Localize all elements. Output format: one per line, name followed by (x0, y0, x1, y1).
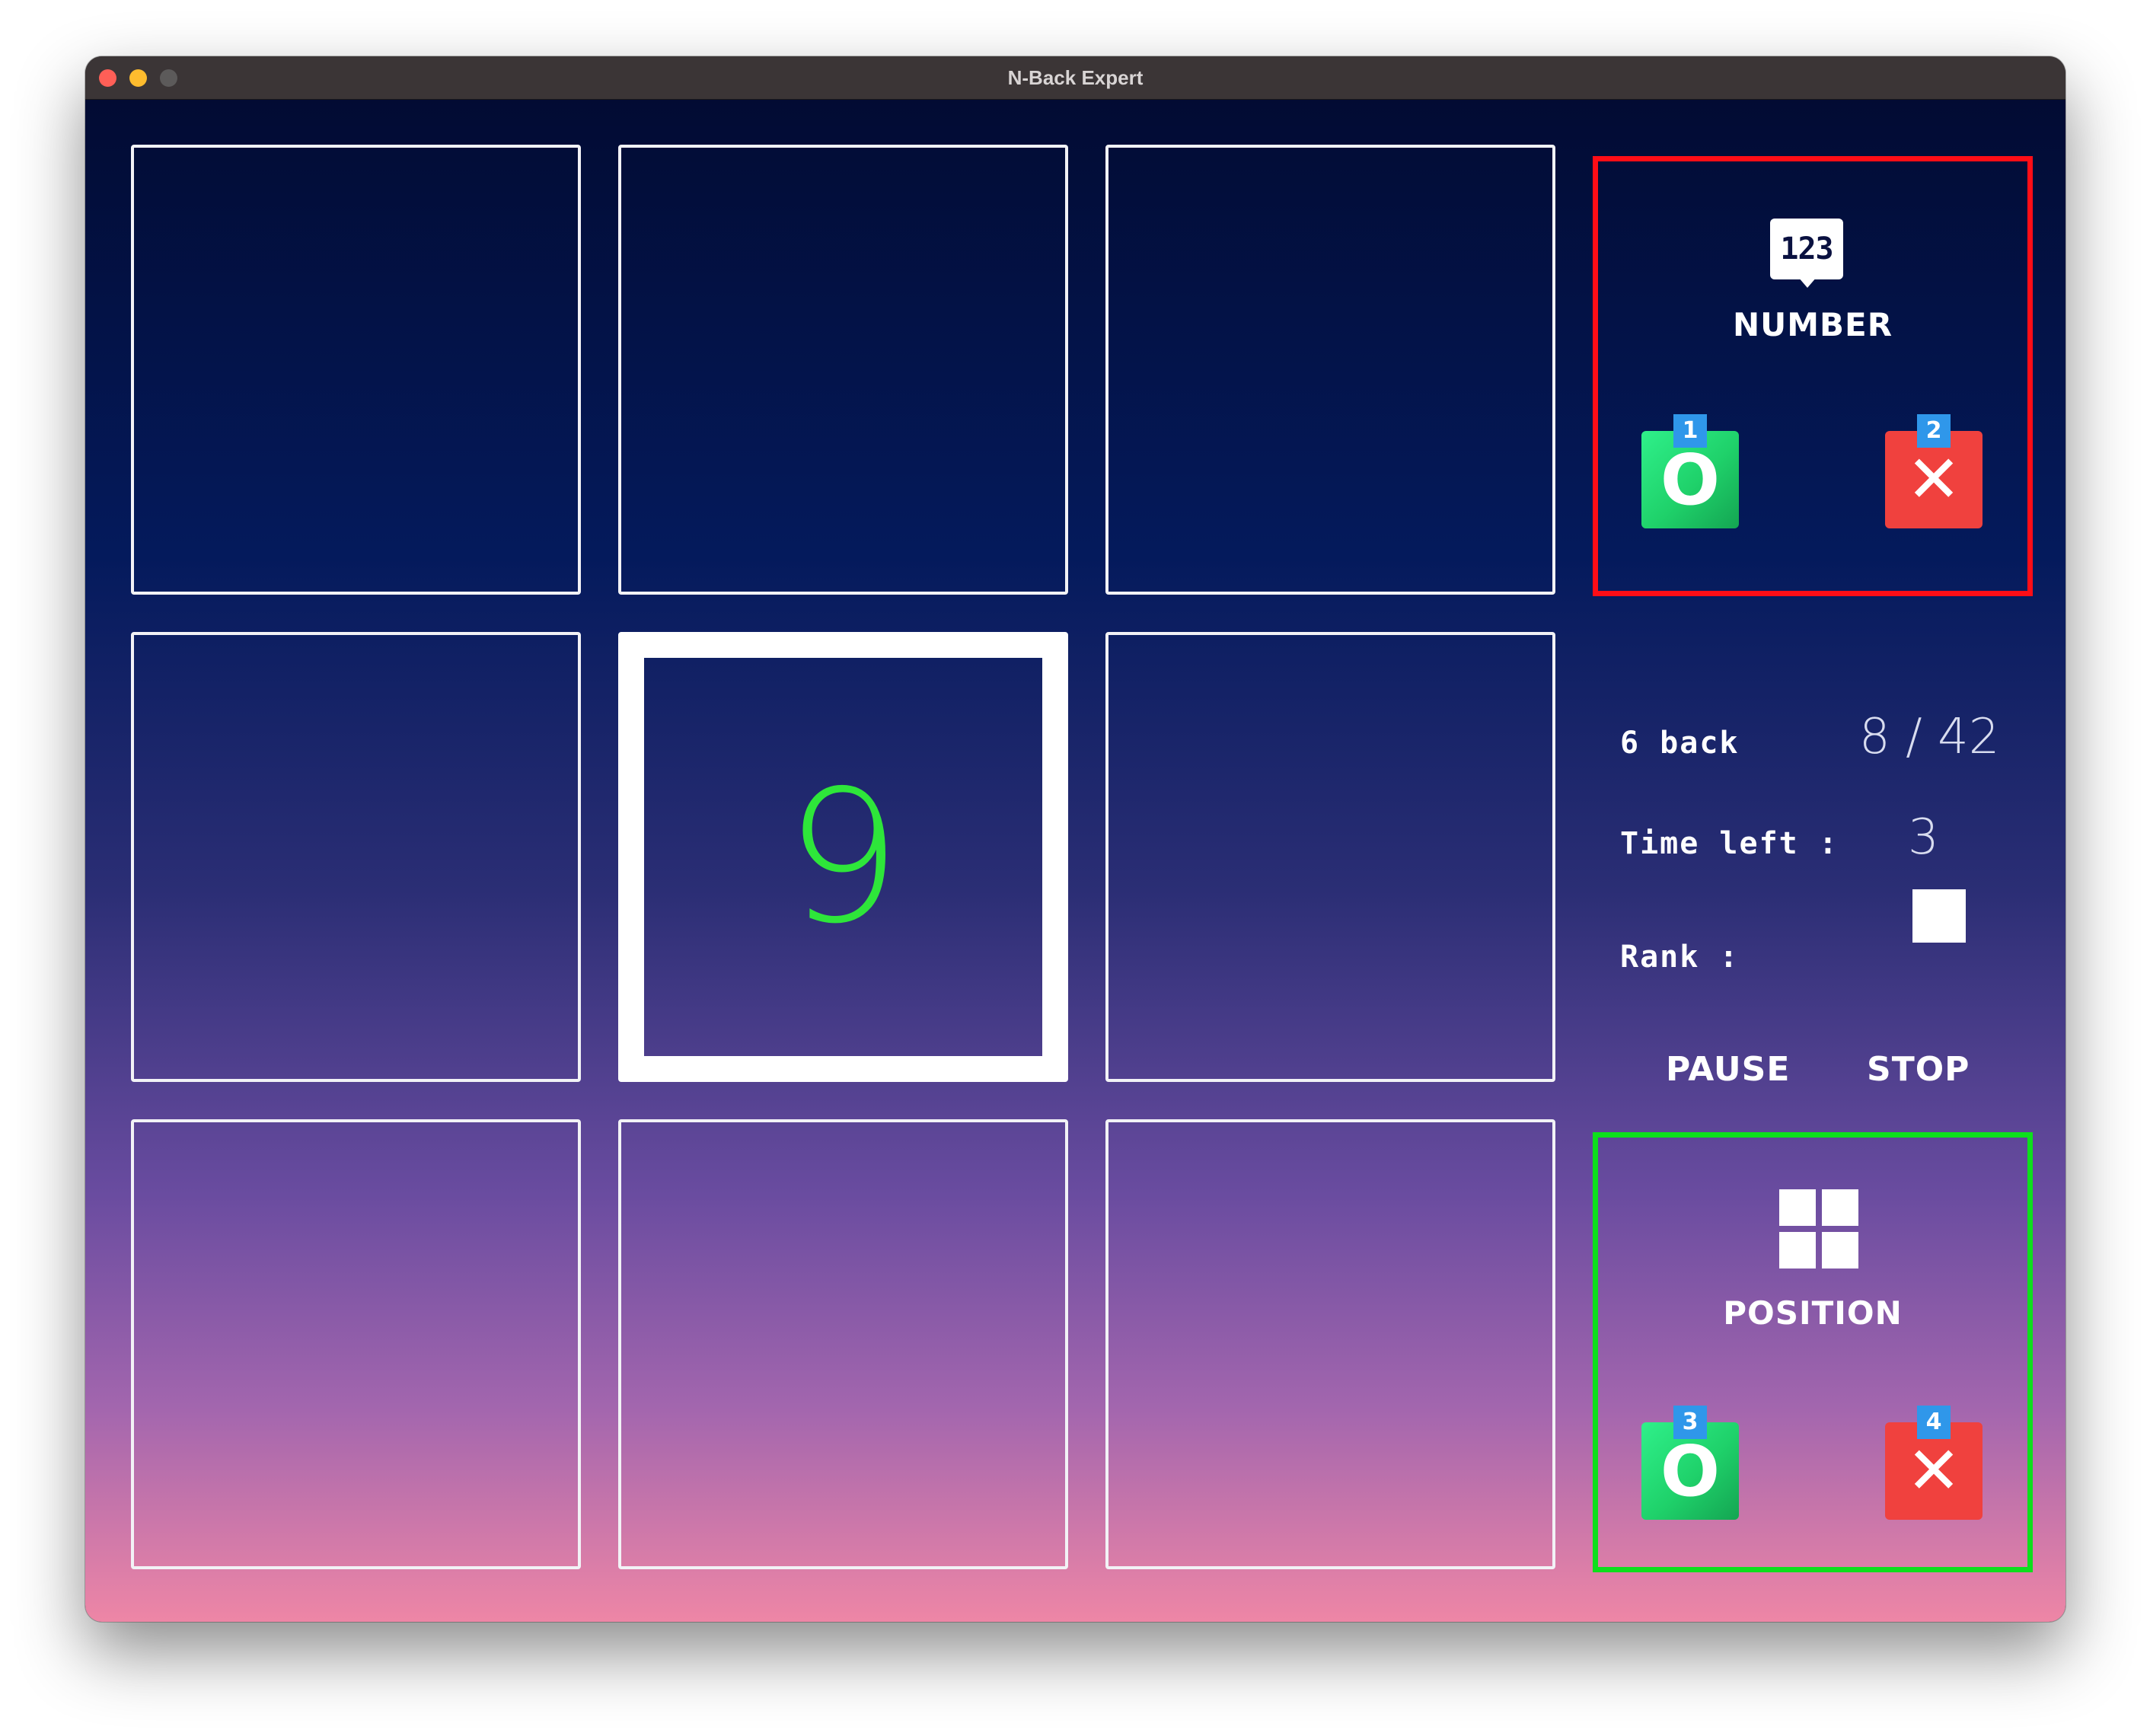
number-match-shortcut-badge: 1 (1673, 414, 1707, 448)
grid-cell-7 (131, 1119, 581, 1569)
title-bar: N-Back Expert (85, 56, 2065, 100)
number-label: NUMBER (1732, 306, 1893, 343)
window-title: N-Back Expert (1007, 66, 1144, 89)
grid-cell-6 (1105, 632, 1555, 1082)
number-no-match-shortcut-badge: 2 (1917, 414, 1951, 448)
position-label: POSITION (1723, 1294, 1903, 1332)
position-match-shortcut-badge: 3 (1673, 1406, 1707, 1439)
match-symbol: O (1660, 1430, 1721, 1512)
stop-button[interactable]: STOP (1867, 1050, 1970, 1089)
grid-cell-1 (131, 145, 581, 595)
app-window: N-Back Expert 9 123 NUMBER O 1 ✕ 2 6 bac… (85, 56, 2065, 1622)
close-icon: ✕ (1906, 1433, 1962, 1509)
match-symbol: O (1660, 439, 1721, 521)
grid-cell-8 (618, 1119, 1068, 1569)
trial-progress: 8 / 42 (1859, 709, 2000, 765)
number-icon-tail (1798, 277, 1817, 288)
n-back-level: 6 back (1620, 726, 1740, 761)
grid-cell-4 (131, 632, 581, 1082)
close-icon: ✕ (1906, 442, 1962, 518)
grid-cell-2 (618, 145, 1068, 595)
pause-button[interactable]: PAUSE (1666, 1050, 1790, 1089)
rank-label: Rank : (1620, 940, 1740, 975)
grid-cell-5-active: 9 (618, 632, 1068, 1082)
position-panel: POSITION O 3 ✕ 4 (1593, 1132, 2033, 1572)
time-left-value: 3 (1908, 809, 1939, 866)
grid-position-icon (1779, 1189, 1858, 1268)
position-no-match-shortcut-badge: 4 (1917, 1406, 1951, 1439)
grid-cell-9 (1105, 1119, 1555, 1569)
grid-cell-3 (1105, 145, 1555, 595)
stimulus-digit: 9 (785, 750, 901, 964)
number-panel: 123 NUMBER O 1 ✕ 2 (1593, 156, 2033, 596)
game-area: 9 123 NUMBER O 1 ✕ 2 6 back 8 / 42 Time … (85, 100, 2065, 1622)
number-123-icon: 123 (1770, 219, 1843, 279)
rank-indicator (1912, 889, 1966, 943)
time-left-label: Time left : (1620, 826, 1839, 861)
